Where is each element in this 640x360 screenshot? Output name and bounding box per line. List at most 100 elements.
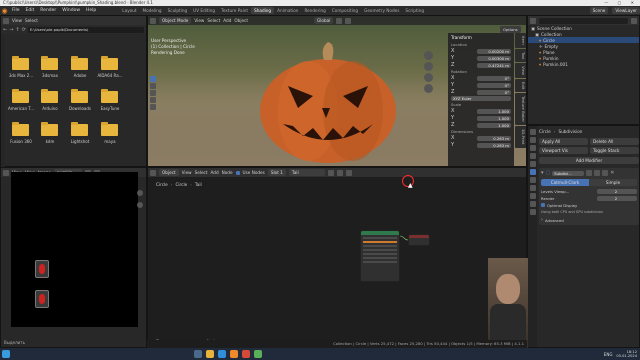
location-y-field[interactable]: 0.00300 m	[477, 55, 511, 61]
tab-3d-print[interactable]: 3D-Print	[515, 126, 526, 148]
optimal-display-checkbox[interactable]	[541, 203, 545, 207]
dimensions-y-field[interactable]: 0.263 m	[477, 142, 511, 148]
menu-help[interactable]: Help	[83, 8, 99, 13]
blender-taskbar-icon[interactable]	[230, 350, 238, 358]
viewport-select-menu[interactable]: Select	[207, 18, 220, 23]
editor-type-icon[interactable]	[530, 17, 536, 24]
folder-icon[interactable]	[71, 122, 88, 136]
folder-icon[interactable]	[41, 122, 58, 136]
viewport-vis-button[interactable]: Viewport Vis	[539, 147, 588, 154]
folder-icon[interactable]	[101, 122, 118, 136]
file-path-field[interactable]: E:\Users\ole.popik\Documents\	[27, 26, 144, 33]
outliner-row[interactable]: ▾ Pumkin.001	[528, 61, 639, 67]
world-tab-icon[interactable]	[529, 161, 536, 167]
app-icon[interactable]	[242, 350, 250, 358]
modifier-tab-icon[interactable]	[529, 169, 536, 175]
material-tab-icon[interactable]	[529, 209, 536, 215]
zoom-icon[interactable]	[424, 51, 433, 60]
editmode-icon[interactable]	[586, 170, 593, 176]
image-canvas[interactable]	[11, 172, 138, 327]
refresh-icon[interactable]: ⟳	[22, 27, 26, 33]
editor-type-icon[interactable]	[3, 169, 9, 176]
hand-icon[interactable]	[137, 202, 143, 208]
output-tab-icon[interactable]	[529, 145, 536, 151]
search-icon[interactable]	[194, 350, 202, 358]
render-icon[interactable]	[602, 170, 609, 176]
particles-tab-icon[interactable]	[529, 177, 536, 183]
filter-icon[interactable]	[631, 17, 637, 24]
viewport-display-icon[interactable]	[594, 170, 601, 176]
location-x-field[interactable]: 0.00200 m	[477, 48, 511, 54]
file-select-menu[interactable]: Select	[25, 18, 38, 23]
editor-type-icon[interactable]	[150, 17, 156, 24]
folder-icon[interactable]	[71, 56, 88, 70]
object-mode-dropdown[interactable]: Object Mode	[159, 17, 192, 24]
constraints-tab-icon[interactable]	[529, 193, 536, 199]
zoom-icon[interactable]	[137, 190, 143, 196]
clock[interactable]: 18:12 05.01.2024	[616, 350, 637, 359]
3d-viewport-area[interactable]: Object Mode View Select Add Object Globa…	[147, 15, 527, 167]
collapse-arrow-icon[interactable]: ▾	[541, 170, 544, 176]
apply-all-button[interactable]: Apply All	[539, 138, 588, 145]
location-z-field[interactable]: 0.47241 m	[477, 62, 511, 68]
select-tool-icon[interactable]	[150, 76, 156, 82]
workspace-tab-compositing[interactable]: Compositing	[329, 7, 361, 14]
outliner-search-input[interactable]	[539, 17, 628, 24]
viewport-view-menu[interactable]: View	[194, 18, 204, 23]
menu-edit[interactable]: Edit	[23, 8, 38, 13]
folder-icon[interactable]	[101, 56, 118, 70]
scene-selector[interactable]: Scene	[589, 7, 609, 14]
folder-icon[interactable]	[101, 89, 118, 103]
camera-icon[interactable]	[424, 73, 433, 82]
tab-edit[interactable]: Edit	[515, 79, 526, 93]
simple-button[interactable]: Simple	[589, 179, 637, 186]
tab-item[interactable]: Item	[515, 33, 526, 48]
edge-icon[interactable]	[218, 350, 226, 358]
tab-view[interactable]: View	[515, 63, 526, 79]
data-tab-icon[interactable]	[529, 201, 536, 207]
move-tool-icon[interactable]	[150, 90, 156, 96]
file-view-menu[interactable]: View	[12, 18, 22, 23]
menu-window[interactable]: Window	[59, 8, 83, 13]
rotation-mode-dropdown[interactable]: XYZ Euler	[451, 96, 511, 101]
snap-icon[interactable]	[336, 17, 343, 24]
add-modifier-button[interactable]: Add Modifier	[539, 157, 639, 164]
rotation-y-field[interactable]: 0°	[477, 82, 511, 88]
node-editor-area[interactable]: Object View Select Add Node Use Nodes Sl…	[147, 167, 528, 349]
folder-icon[interactable]	[41, 89, 58, 103]
workspace-tab-geometry-nodes[interactable]: Geometry Nodes	[361, 7, 402, 14]
tool-tab-icon[interactable]	[529, 129, 536, 135]
orientation-dropdown[interactable]: Global	[314, 17, 334, 24]
levels-viewport-field[interactable]: 2	[597, 188, 637, 194]
modifier-name-field[interactable]: Subdivi...	[552, 170, 585, 176]
scale-tool-icon[interactable]	[150, 104, 156, 110]
cursor-tool-icon[interactable]	[150, 83, 156, 89]
workspace-tab-shading[interactable]: Shading	[251, 7, 275, 14]
viewport-object-menu[interactable]: Object	[234, 18, 248, 23]
workspace-tab-layout[interactable]: Layout	[119, 7, 139, 14]
workspace-tab-texture-paint[interactable]: Texture Paint	[218, 7, 251, 14]
catmull-clark-button[interactable]: Catmull-Clark	[541, 179, 589, 186]
hand-icon[interactable]	[424, 62, 433, 71]
back-arrow-icon[interactable]: ←	[3, 27, 7, 33]
workspace-tab-rendering[interactable]: Rendering	[301, 7, 328, 14]
options-button[interactable]: Options	[500, 26, 521, 33]
toggle-stack-button[interactable]: Toggle Stack	[590, 147, 639, 154]
explorer-icon[interactable]	[206, 350, 214, 358]
folder-icon[interactable]	[12, 122, 29, 136]
render-tab-icon[interactable]	[529, 137, 536, 143]
workspace-tab-animation[interactable]: Animation	[274, 7, 301, 14]
workspace-tab-uv-editing[interactable]: UV Editing	[190, 7, 218, 14]
menu-file[interactable]: File	[9, 8, 23, 13]
delete-all-button[interactable]: Delete All	[590, 138, 639, 145]
workspace-tab-sculpting[interactable]: Sculpting	[165, 7, 191, 14]
advanced-section[interactable]: › Advanced	[541, 217, 637, 223]
folder-icon[interactable]	[12, 89, 29, 103]
viewport-add-menu[interactable]: Add	[223, 18, 231, 23]
forward-arrow-icon[interactable]: →	[9, 27, 13, 33]
tab-texture-baker[interactable]: Texture Baker	[515, 93, 526, 126]
workspace-tab-modeling[interactable]: Modeling	[140, 7, 165, 14]
language-indicator[interactable]: ENG	[604, 352, 613, 357]
scene-tab-icon[interactable]	[529, 153, 536, 159]
render-levels-field[interactable]: 2	[597, 195, 637, 201]
